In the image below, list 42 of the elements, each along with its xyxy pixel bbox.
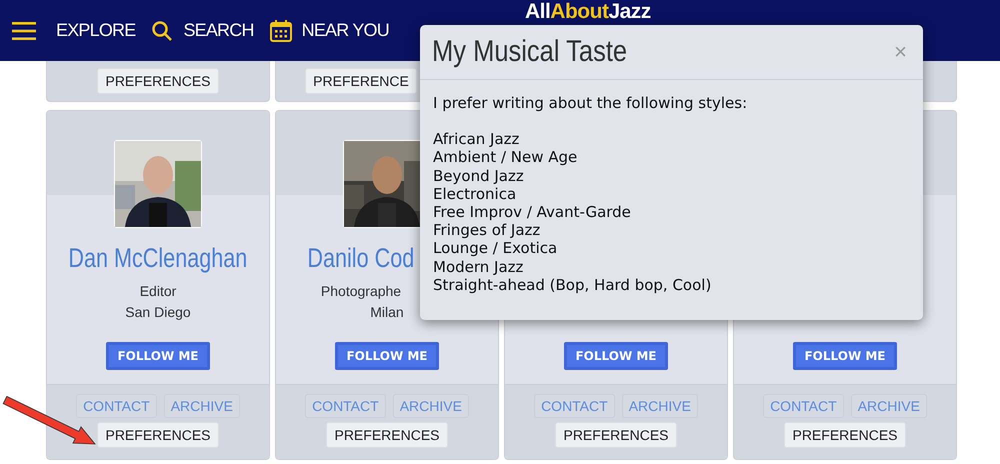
link-button[interactable]: ARCHIVE xyxy=(850,394,927,418)
follow-button[interactable]: FOLLOW ME xyxy=(106,342,210,370)
preferences-button[interactable]: PREFERENCES xyxy=(97,422,219,448)
style-item: Electronica xyxy=(433,184,516,204)
modal-title: My Musical Taste xyxy=(432,35,628,69)
nav-link[interactable]: EXPLORE xyxy=(56,20,136,41)
preferences-button[interactable]: PREFERENCES xyxy=(326,422,448,448)
style-item: Free Improv / Avant-Garde xyxy=(433,203,631,222)
link-button[interactable]: ARCHIVE xyxy=(164,394,240,418)
role-text: Photographe xyxy=(320,282,402,301)
link-button[interactable]: ARCHIVE xyxy=(622,394,698,418)
follow-button[interactable]: FOLLOW ME xyxy=(564,342,668,370)
person-name[interactable]: Dan McClenaghan xyxy=(68,242,248,274)
follow-button[interactable]: FOLLOW ME xyxy=(335,342,439,370)
style-item: Modern Jazz xyxy=(433,258,524,276)
preferences-button[interactable]: PREFERENCES xyxy=(97,68,219,94)
style-item: Fringes of Jazz xyxy=(433,221,540,240)
role-text: Editor xyxy=(140,282,176,301)
style-item: Ambient / New Age xyxy=(433,148,578,167)
preferences-button[interactable]: PREFERENCE xyxy=(305,68,417,94)
logo-text[interactable]: All xyxy=(524,0,550,23)
style-item: African Jazz xyxy=(433,130,520,148)
link-button[interactable]: CONTACT xyxy=(763,394,844,418)
intro-text: I prefer writing about the following styles: xyxy=(433,94,748,112)
logo-text[interactable]: Jazz xyxy=(608,0,651,23)
style-item: Lounge / Exotica xyxy=(433,239,558,258)
nav-link[interactable]: SEARCH xyxy=(183,20,254,41)
nav-link[interactable]: NEAR YOU xyxy=(302,20,389,41)
style-item: Straight-ahead (Bop, Hard bop, Cool) xyxy=(433,276,712,294)
person-name[interactable]: Danilo Cod xyxy=(308,242,414,274)
follow-button[interactable]: FOLLOW ME xyxy=(793,342,897,370)
link-button[interactable]: CONTACT xyxy=(305,394,386,418)
preferences-button[interactable]: PREFERENCES xyxy=(555,422,677,448)
city-text: San Diego xyxy=(125,303,191,322)
link-button[interactable]: CONTACT xyxy=(76,394,157,418)
style-item: Beyond Jazz xyxy=(433,166,524,185)
logo-text[interactable]: About xyxy=(550,0,608,23)
link-button[interactable]: ARCHIVE xyxy=(392,394,469,418)
close-button[interactable]: × xyxy=(890,39,911,65)
link-button[interactable]: CONTACT xyxy=(534,394,615,418)
city-text: Milan xyxy=(370,303,404,322)
preferences-button[interactable]: PREFERENCES xyxy=(784,422,906,448)
